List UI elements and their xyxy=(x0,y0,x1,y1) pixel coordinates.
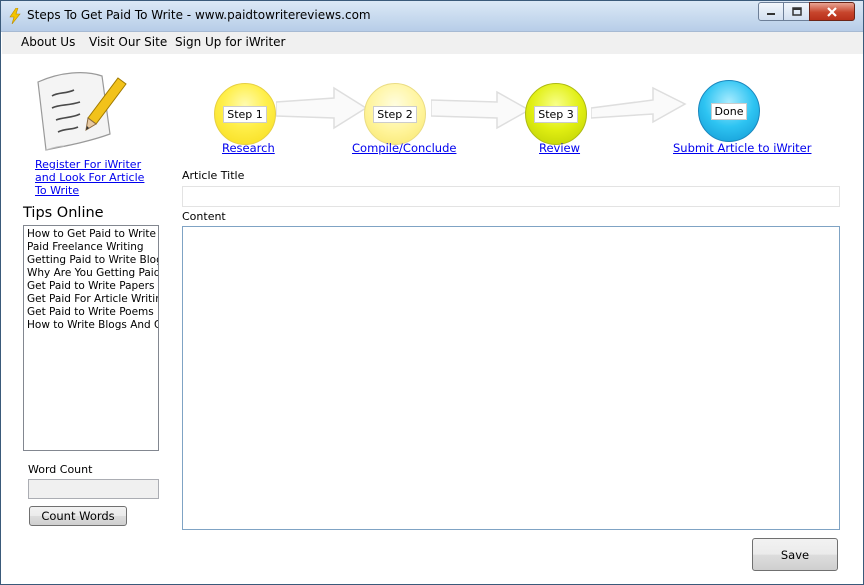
content-label: Content xyxy=(182,210,226,223)
content-textarea[interactable] xyxy=(182,226,840,530)
step-done-badge: Done xyxy=(710,102,748,120)
register-iwriter-link[interactable]: Register For iWriter and Look For Articl… xyxy=(35,158,144,197)
step-2-badge: Step 2 xyxy=(373,105,417,123)
compile-conclude-link[interactable]: Compile/Conclude xyxy=(352,141,456,155)
list-item[interactable]: Why Are You Getting Paid t xyxy=(24,267,158,280)
step-3-circle: Step 3 xyxy=(525,83,587,145)
app-window: Steps To Get Paid To Write - www.paidtow… xyxy=(0,0,864,585)
count-words-button[interactable]: Count Words xyxy=(29,506,127,526)
research-link[interactable]: Research xyxy=(222,141,275,155)
tips-listbox[interactable]: How to Get Paid to Write a Paid Freelanc… xyxy=(23,225,159,451)
arrow-right-icon xyxy=(276,86,368,130)
review-link[interactable]: Review xyxy=(539,141,580,155)
list-item[interactable]: How to Get Paid to Write a xyxy=(24,228,158,241)
window-title: Steps To Get Paid To Write - www.paidtow… xyxy=(27,8,371,22)
arrow-right-icon xyxy=(591,86,687,124)
word-count-field[interactable] xyxy=(28,479,159,499)
list-item[interactable]: How to Write Blogs And Ge xyxy=(24,319,158,332)
maximize-button[interactable] xyxy=(783,2,810,21)
menu-sign-up-iwriter[interactable]: Sign Up for iWriter xyxy=(175,35,285,49)
close-icon xyxy=(827,6,837,17)
tips-online-heading: Tips Online xyxy=(23,205,104,221)
step-3-badge: Step 3 xyxy=(534,105,578,123)
minimize-icon xyxy=(767,12,775,15)
list-item[interactable]: Get Paid to Write Poems xyxy=(24,306,158,319)
menu-about-us[interactable]: About Us xyxy=(21,35,75,49)
list-item[interactable]: Get Paid For Article Writing xyxy=(24,293,158,306)
list-item[interactable]: Getting Paid to Write Blogs xyxy=(24,254,158,267)
register-link-line-1[interactable]: Register For iWriter xyxy=(35,158,144,171)
step-done-circle: Done xyxy=(698,80,760,142)
menu-visit-our-site[interactable]: Visit Our Site xyxy=(89,35,167,49)
article-title-input[interactable] xyxy=(182,186,840,207)
content-value xyxy=(183,232,186,245)
minimize-button[interactable] xyxy=(758,2,784,21)
article-title-value xyxy=(183,192,186,205)
maximize-icon xyxy=(791,7,802,16)
close-button[interactable] xyxy=(809,2,855,21)
submit-article-link[interactable]: Submit Article to iWriter xyxy=(673,141,811,155)
paper-pencil-icon xyxy=(37,72,127,151)
article-title-label: Article Title xyxy=(182,169,245,182)
step-1-circle: Step 1 xyxy=(214,83,276,145)
step-2-circle: Step 2 xyxy=(364,83,426,145)
list-item[interactable]: Paid Freelance Writing xyxy=(24,241,158,254)
list-item[interactable]: Get Paid to Write Papers xyxy=(24,280,158,293)
main-client-area: Register For iWriter and Look For Articl… xyxy=(2,54,863,584)
save-button[interactable]: Save xyxy=(752,538,838,571)
word-count-label: Word Count xyxy=(28,463,93,476)
menu-bar: About Us Visit Our Site Sign Up for iWri… xyxy=(2,32,863,55)
title-bar[interactable]: Steps To Get Paid To Write - www.paidtow… xyxy=(1,1,863,32)
arrow-right-icon xyxy=(431,90,531,130)
lightning-icon xyxy=(9,8,21,24)
register-link-line-3[interactable]: To Write xyxy=(35,184,144,197)
step-1-badge: Step 1 xyxy=(223,105,267,123)
register-link-line-2[interactable]: and Look For Article xyxy=(35,171,144,184)
word-count-value xyxy=(29,485,32,498)
